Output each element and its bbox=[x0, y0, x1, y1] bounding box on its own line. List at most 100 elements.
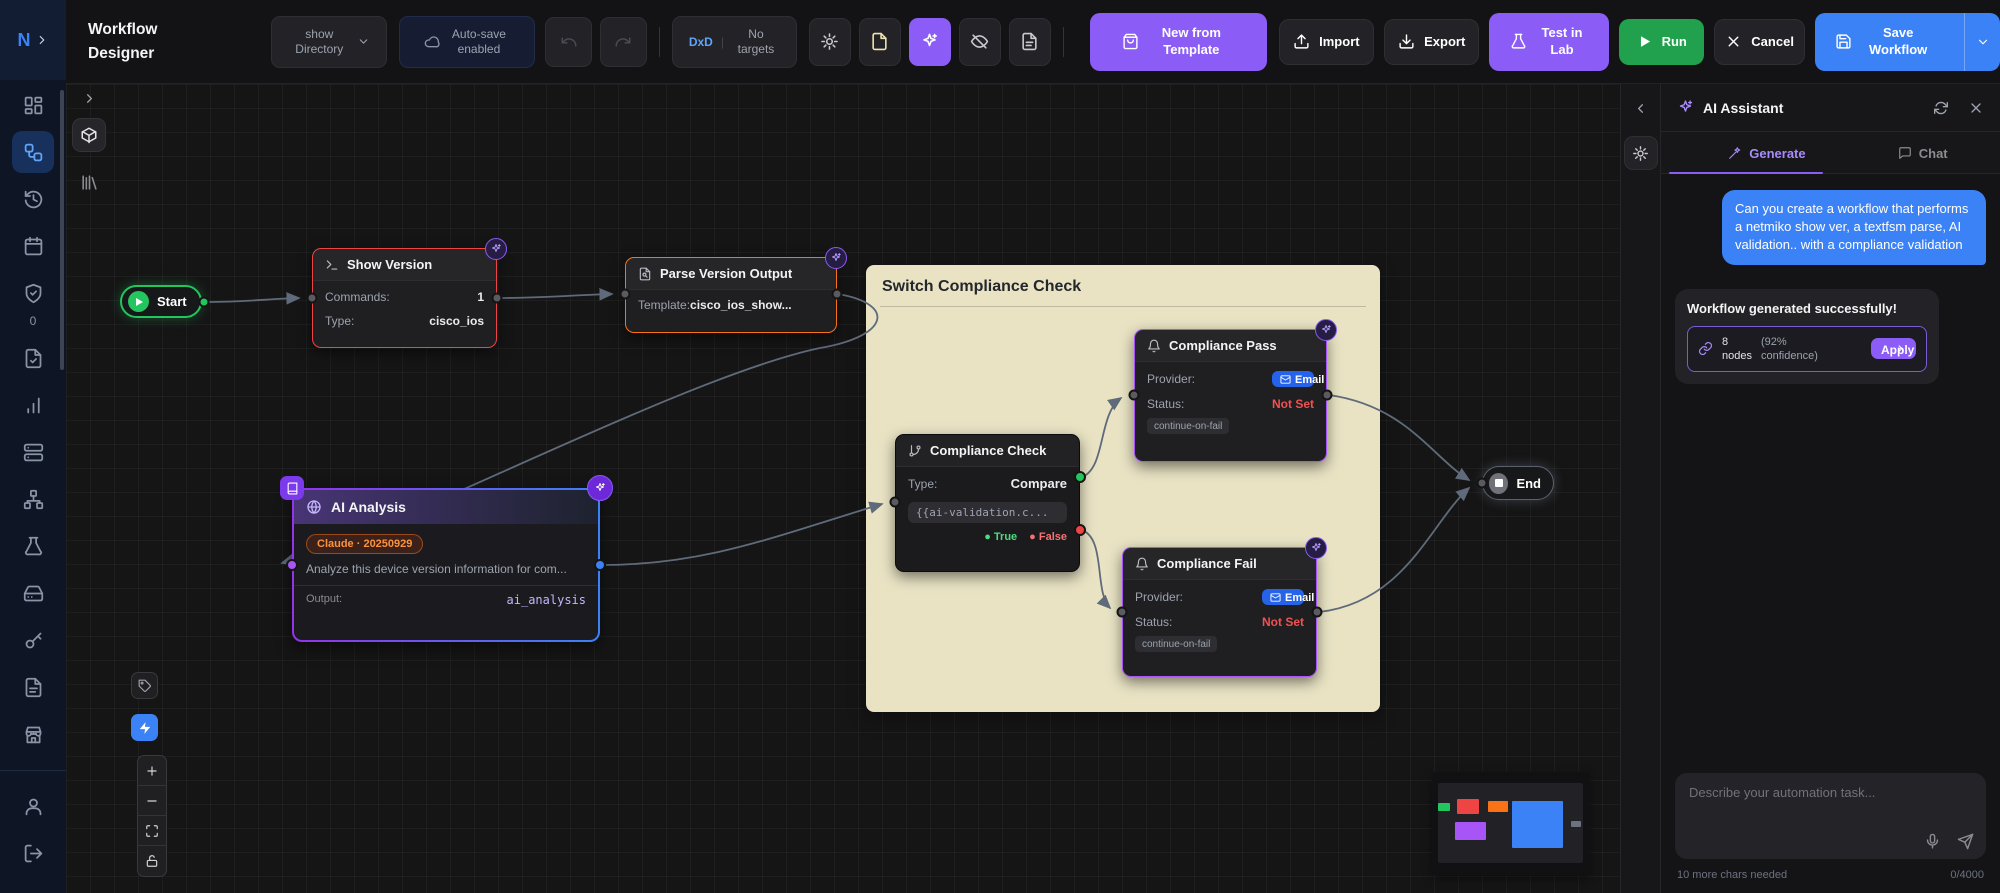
panel-collapse-button[interactable] bbox=[1629, 96, 1653, 120]
user-message-bubble: Can you create a workflow that performs … bbox=[1722, 190, 1986, 265]
assistant-title: AI Assistant bbox=[1703, 99, 1784, 116]
node-title: Show Version bbox=[347, 257, 433, 272]
minimap-group bbox=[1512, 801, 1563, 848]
node-show-version[interactable]: Show Version Commands: 1 Type: cisco_ios bbox=[312, 238, 507, 348]
edge-start-show-version bbox=[205, 292, 301, 305]
sidebar-item-profile[interactable] bbox=[12, 785, 54, 827]
unlock-icon bbox=[145, 854, 159, 868]
toolbar-divider bbox=[1062, 26, 1064, 57]
task-input-container bbox=[1675, 773, 1986, 859]
new-from-template-label: New from Template bbox=[1161, 24, 1221, 57]
ai-sparkles-icon bbox=[920, 32, 939, 51]
tag-tool-button[interactable] bbox=[131, 672, 158, 699]
end-stop-icon bbox=[1489, 472, 1509, 494]
palette-blocks-button[interactable] bbox=[72, 118, 106, 152]
cancel-button[interactable]: Cancel bbox=[1713, 18, 1806, 65]
minimap-node-parse bbox=[1488, 801, 1508, 812]
node-compliance-pass[interactable]: Compliance Pass Provider: Email Status: … bbox=[1134, 319, 1337, 462]
notes-button[interactable] bbox=[1008, 17, 1051, 66]
import-icon bbox=[1293, 33, 1310, 50]
app-logo[interactable]: N bbox=[0, 0, 66, 80]
wand-icon bbox=[1728, 146, 1742, 160]
sidebar-item-servers[interactable] bbox=[12, 431, 54, 473]
file-button[interactable] bbox=[858, 17, 901, 66]
redo-button[interactable] bbox=[600, 16, 647, 67]
sidebar-item-schedule[interactable] bbox=[12, 225, 54, 267]
targets-button[interactable]: DxD | No targets bbox=[671, 15, 797, 68]
ai-generated-badge bbox=[1315, 319, 1337, 341]
palette-library-button[interactable] bbox=[75, 168, 103, 196]
assistant-sparkles-icon bbox=[1677, 99, 1694, 116]
node-compliance-fail[interactable]: Compliance Fail Provider: Email Status: … bbox=[1122, 537, 1327, 677]
targets-divider: | bbox=[720, 34, 724, 49]
new-from-template-button[interactable]: New from Template bbox=[1089, 12, 1267, 71]
undo-icon bbox=[560, 33, 578, 51]
node-compliance-check[interactable]: Compliance Check Type: Compare {{ai-vali… bbox=[895, 434, 1080, 572]
run-button[interactable]: Run bbox=[1618, 18, 1704, 65]
redo-icon bbox=[614, 33, 632, 51]
notes-icon bbox=[1020, 32, 1039, 51]
workflow-canvas[interactable]: Switch Compliance Check Start Show Versi… bbox=[66, 84, 1620, 893]
export-button[interactable]: Export bbox=[1384, 18, 1480, 65]
close-icon[interactable] bbox=[1968, 100, 1984, 116]
zoom-out-button[interactable] bbox=[138, 786, 166, 816]
history-icon bbox=[23, 189, 44, 210]
type-value: Compare bbox=[1010, 476, 1067, 491]
sparkles-icon bbox=[1310, 542, 1322, 554]
minimap[interactable] bbox=[1432, 772, 1590, 875]
settings-button[interactable] bbox=[808, 17, 851, 66]
sidebar-item-devices[interactable] bbox=[12, 572, 54, 614]
sidebar-item-compliance[interactable] bbox=[12, 272, 54, 314]
refresh-icon[interactable] bbox=[1933, 100, 1949, 116]
sidebar-item-reports[interactable] bbox=[12, 337, 54, 379]
ai-assistant-toggle-button[interactable] bbox=[908, 17, 951, 66]
sidebar-item-docs[interactable] bbox=[12, 666, 54, 708]
directory-select-label: show Directory bbox=[295, 26, 344, 56]
sidebar-item-lab[interactable] bbox=[12, 525, 54, 567]
bar-chart-icon bbox=[23, 395, 44, 416]
directory-select[interactable]: show Directory bbox=[271, 15, 388, 68]
file-text-icon bbox=[23, 677, 44, 698]
node-parse-version-output[interactable]: Parse Version Output Template:cisco_ios_… bbox=[625, 247, 847, 333]
node-end[interactable]: End bbox=[1482, 466, 1554, 500]
email-provider-badge: Email bbox=[1272, 371, 1324, 387]
sidebar-item-workflows[interactable] bbox=[12, 131, 54, 173]
apply-workflow-button[interactable]: Apply bbox=[1871, 338, 1916, 360]
fit-view-button[interactable] bbox=[138, 816, 166, 846]
dxd-label: DxD bbox=[688, 34, 713, 49]
tab-chat[interactable]: Chat bbox=[1831, 132, 2000, 173]
mic-button[interactable] bbox=[1924, 833, 1941, 850]
sidebar-item-logout[interactable] bbox=[12, 832, 54, 874]
undo-button[interactable] bbox=[545, 16, 593, 67]
sidebar-item-store[interactable] bbox=[12, 713, 54, 755]
top-toolbar: Workflow Designer show Directory Auto-sa… bbox=[66, 0, 2000, 84]
palette-expand-button[interactable] bbox=[77, 86, 101, 110]
ai-generated-badge bbox=[825, 247, 847, 269]
output-value: ai_analysis bbox=[506, 592, 586, 607]
assistant-messages[interactable]: Can you create a workflow that performs … bbox=[1661, 174, 2000, 765]
run-label: Run bbox=[1661, 34, 1687, 49]
status-value: Not Set bbox=[1262, 615, 1304, 629]
panel-settings-button[interactable] bbox=[1623, 136, 1658, 170]
status-label: Status: bbox=[1135, 615, 1173, 629]
node-start[interactable]: Start bbox=[120, 285, 202, 318]
sidebar-item-dashboard[interactable] bbox=[12, 84, 54, 126]
hide-button[interactable] bbox=[958, 17, 1001, 66]
tab-generate[interactable]: Generate bbox=[1661, 132, 1831, 174]
sidebar-item-history[interactable] bbox=[12, 178, 54, 220]
lock-button[interactable] bbox=[138, 846, 166, 876]
sidebar-item-network[interactable] bbox=[12, 478, 54, 520]
test-in-lab-button[interactable]: Test in Lab bbox=[1489, 12, 1609, 71]
save-options-dropdown[interactable] bbox=[1964, 12, 2000, 71]
node-ai-analysis[interactable]: AI Analysis Claude · 20250929 Analyze th… bbox=[280, 475, 613, 642]
save-workflow-button[interactable]: Save Workflow bbox=[1815, 25, 1955, 59]
zoom-in-button[interactable] bbox=[138, 756, 166, 786]
start-label: Start bbox=[157, 294, 187, 309]
sidebar-item-analytics[interactable] bbox=[12, 384, 54, 426]
quick-actions-button[interactable] bbox=[131, 714, 158, 741]
send-button[interactable] bbox=[1957, 833, 1974, 850]
sidebar-item-credentials[interactable] bbox=[12, 619, 54, 661]
tab-chat-label: Chat bbox=[1918, 145, 1948, 161]
sidebar-scrollbar[interactable] bbox=[60, 90, 64, 370]
import-button[interactable]: Import bbox=[1278, 18, 1375, 65]
